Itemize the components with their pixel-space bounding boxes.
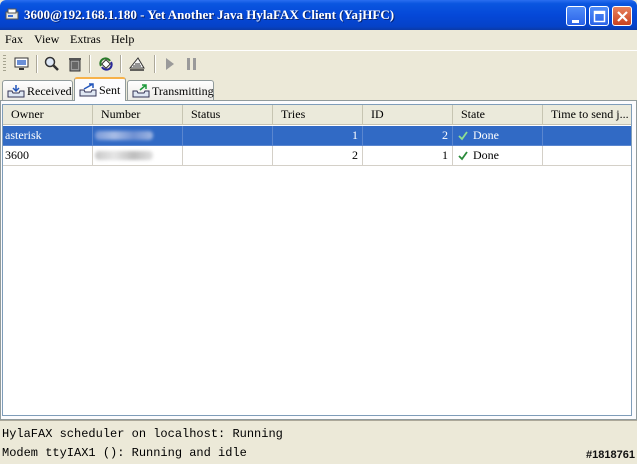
window-title: 3600@192.168.1.180 - Yet Another Java Hy… [24, 7, 395, 22]
inbox-icon [7, 85, 25, 98]
table-row[interactable]: 3600 2 1 Done [3, 146, 631, 166]
table-header: Owner Number Status Tries ID State Time … [3, 105, 631, 125]
view-fax-button[interactable] [12, 54, 32, 74]
view-fax-icon [14, 57, 29, 70]
menu-bar: Fax View Extras Help [0, 30, 637, 49]
tab-sent-label: Sent [99, 83, 121, 97]
cell-number [93, 126, 183, 146]
cell-owner: asterisk [3, 126, 93, 146]
play-button[interactable] [160, 54, 180, 74]
toolbar-grip[interactable] [3, 55, 6, 73]
resend-button[interactable] [127, 54, 147, 74]
column-header-number[interactable]: Number [93, 105, 183, 125]
table-row[interactable]: asterisk 1 2 Done [3, 126, 631, 146]
modem-status: Modem ttyIAX1 (): Running and idle [2, 446, 247, 460]
cell-state: Done [453, 146, 543, 166]
column-header-status[interactable]: Status [183, 105, 273, 125]
minimize-icon [572, 20, 579, 23]
toolbar-separator [89, 55, 90, 73]
scheduler-status: HylaFAX scheduler on localhost: Running [2, 427, 283, 441]
tab-received-label: Received [27, 84, 72, 98]
tab-received[interactable]: Received [2, 80, 73, 100]
cell-id: 1 [363, 146, 453, 166]
cell-owner: 3600 [3, 146, 93, 166]
column-header-id[interactable]: ID [363, 105, 453, 125]
state-label: Done [473, 128, 499, 142]
title-bar[interactable]: 3600@192.168.1.180 - Yet Another Java Hy… [0, 0, 637, 30]
column-header-owner[interactable]: Owner [3, 105, 93, 125]
pause-icon [187, 58, 196, 70]
redacted-number [95, 131, 153, 140]
tab-sent[interactable]: Sent [74, 77, 126, 101]
cell-number [93, 146, 183, 166]
close-button[interactable] [612, 6, 632, 26]
fax-app-icon [5, 8, 19, 20]
done-check-icon [458, 151, 468, 161]
cell-status [183, 146, 273, 166]
outbox-icon [79, 83, 97, 97]
column-header-state[interactable]: State [453, 105, 543, 125]
watermark: #1818761 [586, 449, 635, 461]
toolbar-separator [120, 55, 121, 73]
cell-status [183, 126, 273, 146]
column-header-tries[interactable]: Tries [273, 105, 363, 125]
toolbar-separator [154, 55, 155, 73]
maximize-button[interactable] [589, 6, 609, 26]
column-header-time-to-send[interactable]: Time to send j... [543, 105, 631, 125]
menu-fax[interactable]: Fax [5, 32, 23, 47]
status-bar: HylaFAX scheduler on localhost: Running … [0, 420, 637, 464]
menu-extras[interactable]: Extras [70, 32, 101, 47]
state-label: Done [473, 148, 499, 162]
tab-transmitting-label: Transmitting [152, 84, 214, 98]
cell-state: Done [453, 126, 543, 146]
refresh-icon [99, 57, 113, 71]
redacted-number [95, 151, 153, 160]
search-icon [44, 56, 59, 71]
minimize-button[interactable] [566, 6, 586, 26]
toolbar-separator [36, 55, 37, 73]
sent-fax-table[interactable]: Owner Number Status Tries ID State Time … [2, 104, 632, 416]
delete-button[interactable] [65, 54, 85, 74]
transmit-icon [132, 84, 150, 98]
cell-time-to-send [543, 146, 631, 166]
play-icon [166, 58, 174, 70]
refresh-button[interactable] [96, 54, 116, 74]
search-button[interactable] [42, 54, 62, 74]
menu-view[interactable]: View [34, 32, 59, 47]
cell-time-to-send [543, 126, 631, 146]
toolbar [0, 50, 637, 76]
close-icon [617, 11, 628, 22]
done-check-icon [458, 131, 468, 141]
cell-tries: 1 [273, 126, 363, 146]
pause-button[interactable] [182, 54, 202, 74]
menu-help[interactable]: Help [111, 32, 134, 47]
maximize-icon [593, 10, 606, 23]
tab-transmitting[interactable]: Transmitting [127, 80, 214, 100]
cell-id: 2 [363, 126, 453, 146]
trash-icon [69, 58, 81, 72]
tab-strip: Received Sent Transmitting [0, 76, 637, 101]
resend-icon [128, 57, 145, 71]
cell-tries: 2 [273, 146, 363, 166]
